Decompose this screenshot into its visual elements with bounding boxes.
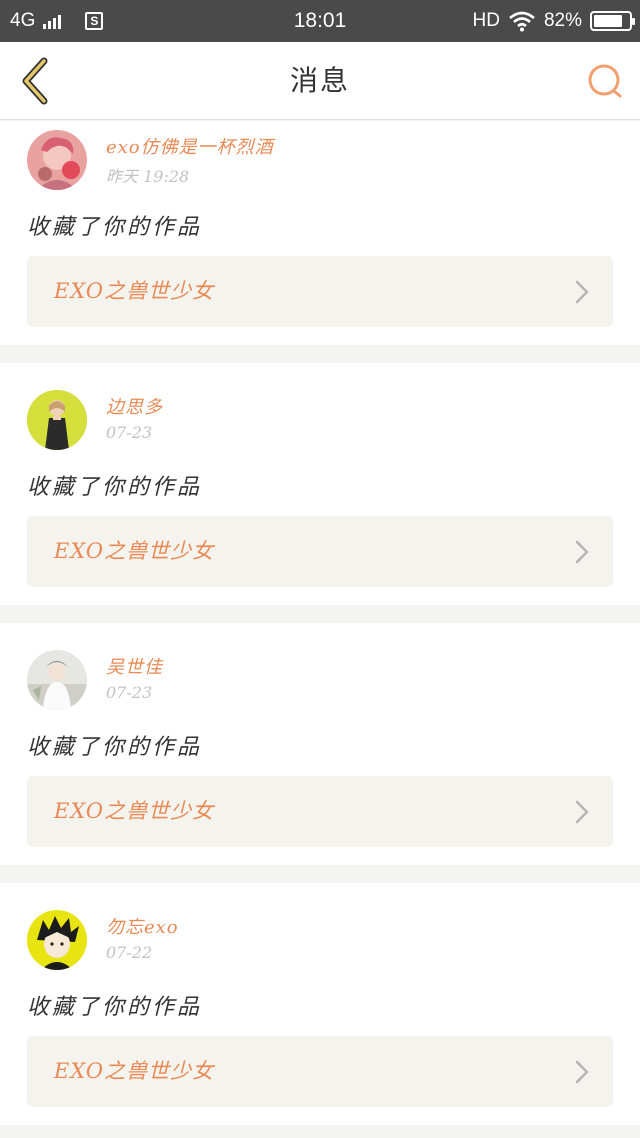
chevron-right-icon — [575, 540, 589, 564]
message-card-content: 边思多 07-23 收藏了你的作品 EXO之兽世少女 — [0, 363, 640, 605]
work-link[interactable]: EXO之兽世少女 — [27, 776, 613, 847]
status-bar: 4G S 18:01 HD 82% — [0, 0, 640, 42]
avatar[interactable] — [27, 650, 87, 710]
message-card-content: 吴世佳 07-23 收藏了你的作品 EXO之兽世少女 — [0, 623, 640, 865]
message-card: 勿忘exo 07-22 收藏了你的作品 EXO之兽世少女 — [0, 883, 640, 1125]
message-time: 07-23 — [106, 683, 153, 702]
wifi-icon — [509, 11, 535, 32]
avatar-cartoon-image — [27, 910, 87, 970]
user-name[interactable]: 吴世佳 — [106, 653, 163, 679]
avatar[interactable] — [27, 130, 87, 190]
chevron-right-icon — [575, 280, 589, 304]
message-card: exo仿佛是一杯烈酒 昨天 19:28 收藏了你的作品 EXO之兽世少女 — [0, 121, 640, 345]
search-icon — [588, 64, 622, 98]
message-card-content: exo仿佛是一杯烈酒 昨天 19:28 收藏了你的作品 EXO之兽世少女 — [0, 103, 640, 345]
work-title: EXO之兽世少女 — [54, 279, 215, 303]
avatar[interactable] — [27, 390, 87, 450]
work-link[interactable]: EXO之兽世少女 — [27, 516, 613, 587]
message-card: 边思多 07-23 收藏了你的作品 EXO之兽世少女 — [0, 363, 640, 605]
avatar-pink-image — [27, 130, 87, 190]
battery-percent: 82% — [543, 10, 582, 31]
work-title: EXO之兽世少女 — [54, 539, 215, 563]
battery-level — [594, 15, 622, 27]
action-text: 收藏了你的作品 — [27, 735, 203, 760]
status-right: HD 82% — [472, 0, 635, 42]
work-title: EXO之兽世少女 — [54, 1059, 215, 1083]
user-name[interactable]: exo仿佛是一杯烈酒 — [106, 133, 274, 159]
avatar-yellow-girl-image — [27, 390, 87, 450]
user-name[interactable]: 勿忘exo — [106, 913, 179, 939]
message-time: 07-23 — [106, 423, 153, 442]
avatar-white-photo-image — [27, 650, 87, 710]
work-link[interactable]: EXO之兽世少女 — [27, 1036, 613, 1107]
work-title: EXO之兽世少女 — [54, 799, 215, 823]
action-text: 收藏了你的作品 — [27, 995, 203, 1020]
message-card: 吴世佳 07-23 收藏了你的作品 EXO之兽世少女 — [0, 623, 640, 865]
avatar[interactable] — [27, 910, 87, 970]
hd-label: HD — [472, 10, 500, 31]
action-text: 收藏了你的作品 — [27, 475, 203, 500]
message-time: 07-22 — [106, 943, 153, 962]
user-name[interactable]: 边思多 — [106, 393, 163, 419]
chevron-right-icon — [575, 1060, 589, 1084]
work-link[interactable]: EXO之兽世少女 — [27, 256, 613, 327]
search-button[interactable] — [584, 60, 626, 102]
message-card-content: 勿忘exo 07-22 收藏了你的作品 EXO之兽世少女 — [0, 883, 640, 1125]
action-text: 收藏了你的作品 — [27, 215, 203, 240]
battery-icon — [590, 11, 635, 31]
message-time: 昨天 19:28 — [106, 167, 190, 186]
chevron-right-icon — [575, 800, 589, 824]
message-list: exo仿佛是一杯烈酒 昨天 19:28 收藏了你的作品 EXO之兽世少女 边思多… — [0, 121, 640, 1138]
